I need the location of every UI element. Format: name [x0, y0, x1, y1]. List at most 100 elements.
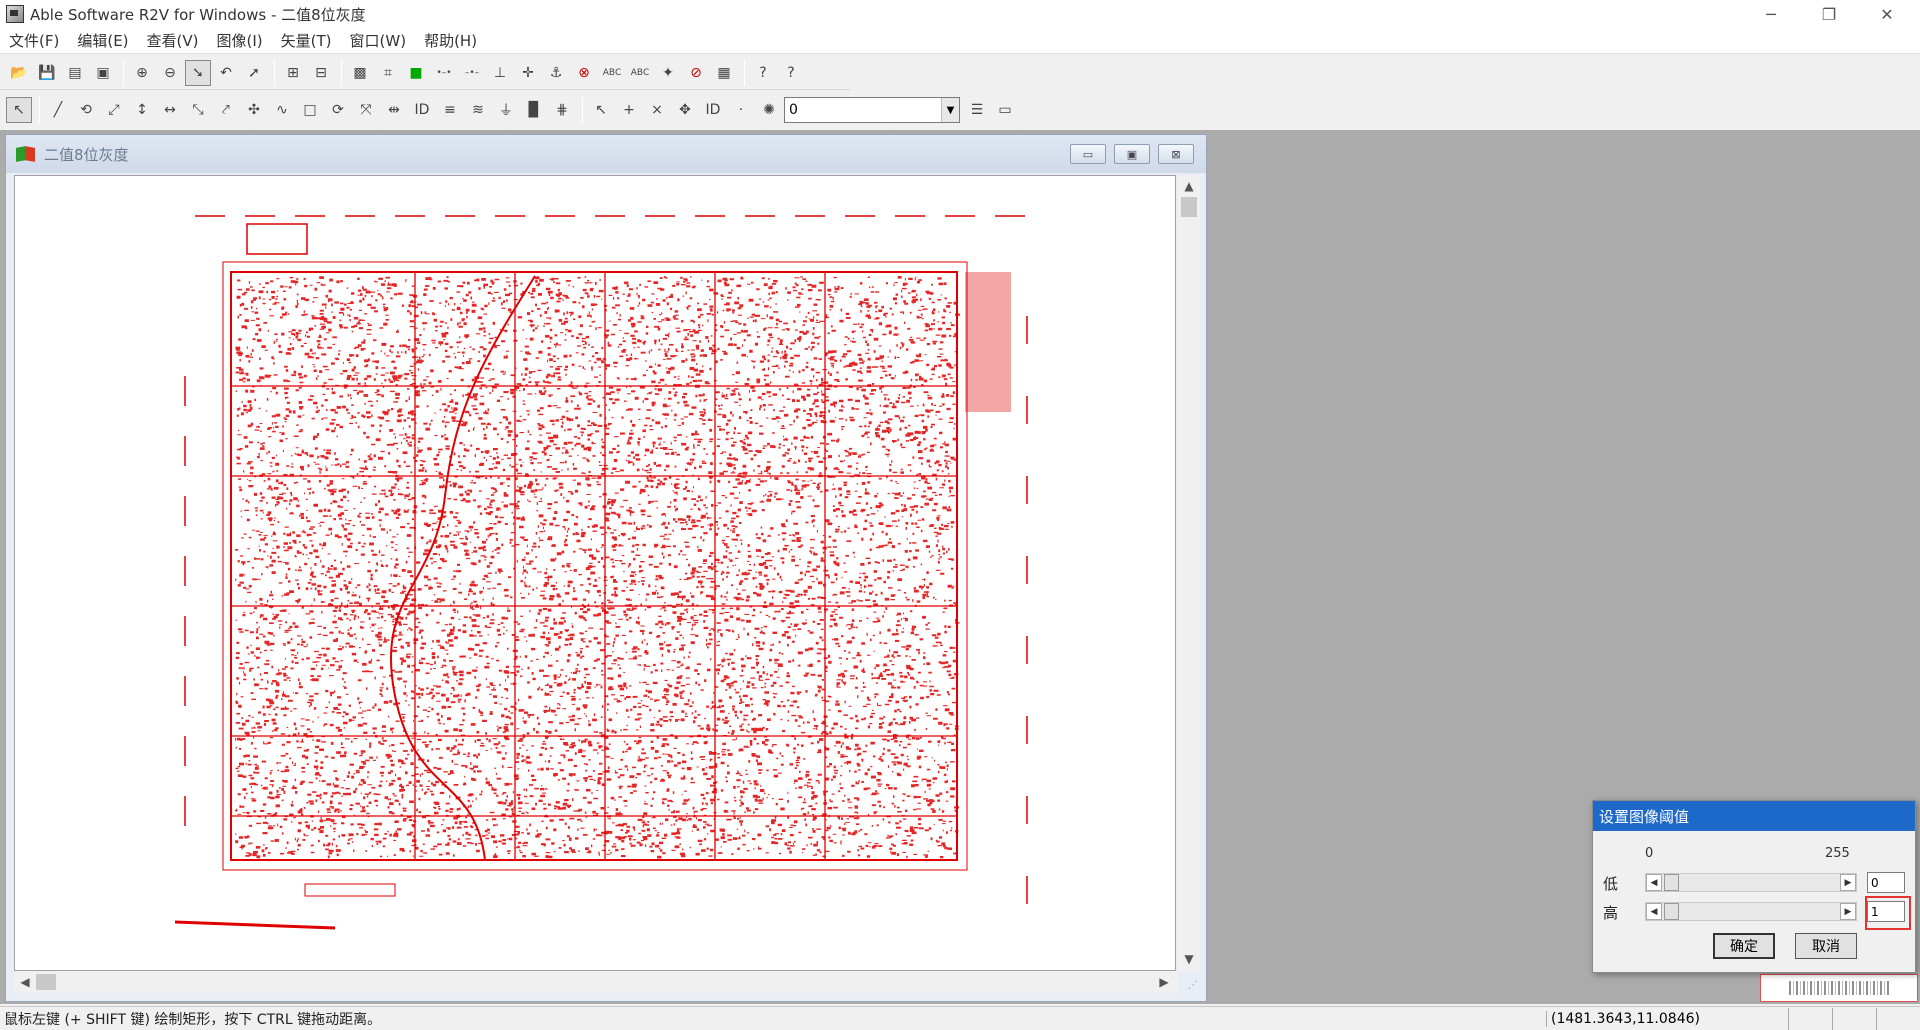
print-icon[interactable]: ▤	[62, 60, 88, 86]
scroll-down-icon[interactable]: ▼	[1179, 949, 1199, 969]
target-icon[interactable]: ✦	[655, 60, 681, 86]
cancel-button[interactable]: 取消	[1795, 933, 1857, 959]
point-label-icon[interactable]: ·	[728, 97, 754, 123]
chevron-down-icon[interactable]: ▼	[941, 98, 959, 122]
menu-image[interactable]: 图像(I)	[208, 29, 272, 53]
document-minimize-button[interactable]: ▭	[1070, 144, 1106, 164]
image-color-icon[interactable]: ▩	[347, 60, 373, 86]
horizontal-split-icon[interactable]: ↔	[157, 97, 183, 123]
zoom-in-icon[interactable]: ⊕	[129, 60, 155, 86]
remove-point-icon[interactable]: ×	[644, 97, 670, 123]
menu-help[interactable]: 帮助(H)	[415, 29, 486, 53]
select-arrow-icon[interactable]: ➘	[185, 59, 211, 86]
low-threshold-input[interactable]	[1867, 872, 1905, 893]
slider-left-arrow-icon[interactable]: ◀	[1646, 874, 1662, 891]
grid-icon[interactable]: ⋕	[549, 97, 575, 123]
node-link-icon[interactable]: •–•	[431, 60, 457, 86]
fill-icon[interactable]: ▉	[521, 97, 547, 123]
menu-edit[interactable]: 编辑(E)	[68, 29, 137, 53]
move-icon[interactable]: ⇹	[381, 97, 407, 123]
crop-icon[interactable]: ⌗	[375, 60, 401, 86]
attribute-icon[interactable]: ≡	[437, 97, 463, 123]
scroll-up-icon[interactable]: ▲	[1179, 176, 1199, 196]
r2v-app-icon	[4, 3, 26, 25]
context-help-icon[interactable]: ?	[778, 60, 804, 86]
rotate-icon[interactable]: ⟳	[325, 97, 351, 123]
map-bottom-mark	[174, 920, 336, 930]
horizontal-scroll-thumb[interactable]	[36, 974, 56, 990]
scroll-left-icon[interactable]: ◀	[15, 972, 35, 992]
layer-properties-icon[interactable]: ▭	[992, 97, 1018, 123]
help-icon[interactable]: ?	[750, 60, 776, 86]
fit-width-icon[interactable]: ⊞	[280, 60, 306, 86]
edit-pointer-icon[interactable]: ↖	[6, 97, 32, 123]
fit-height-icon[interactable]: ⊟	[308, 60, 334, 86]
save-icon[interactable]: 💾	[34, 60, 60, 86]
slider-right-arrow-icon[interactable]: ▶	[1840, 874, 1856, 891]
vertical-scrollbar[interactable]: ▲ ▼	[1178, 175, 1200, 971]
draw-line-icon[interactable]: ╱	[45, 97, 71, 123]
lasso-icon[interactable]: ⟲	[73, 97, 99, 123]
save-all-icon[interactable]: ▣	[90, 60, 116, 86]
menu-vector[interactable]: 矢量(T)	[272, 29, 341, 53]
menu-window[interactable]: 窗口(W)	[341, 29, 416, 53]
extend-icon[interactable]: ⤤	[213, 97, 239, 123]
high-threshold-input[interactable]	[1867, 901, 1905, 922]
green-square-icon[interactable]: ■	[403, 60, 429, 86]
menu-view[interactable]: 查看(V)	[138, 29, 208, 53]
ocr-icon[interactable]: ABC	[599, 60, 625, 86]
stretch-icon[interactable]: ⤧	[353, 97, 379, 123]
light-icon[interactable]: ✺	[756, 97, 782, 123]
undo-icon[interactable]: ↶	[213, 60, 239, 86]
vertical-scroll-thumb[interactable]	[1181, 197, 1197, 217]
document-maximize-button[interactable]: ▣	[1114, 144, 1150, 164]
label-id-icon[interactable]: ID	[409, 97, 435, 123]
ocr-label-icon[interactable]: ABC	[627, 60, 653, 86]
add-point-icon[interactable]: +	[616, 97, 642, 123]
map-header-stamp	[246, 223, 308, 255]
cross-icon[interactable]: ✛	[515, 60, 541, 86]
pick-point-icon[interactable]: ↖	[588, 97, 614, 123]
scanned-topographic-map	[174, 215, 1028, 930]
high-slider-thumb[interactable]	[1664, 903, 1679, 920]
point-id-icon[interactable]: ID	[700, 97, 726, 123]
layer-select[interactable]: 0 ▼	[784, 97, 960, 123]
horizontal-scrollbar[interactable]: ◀ ▶	[14, 971, 1178, 993]
document-title-bar[interactable]: 二值8位灰度 ▭ ▣ ⊠	[6, 135, 1206, 173]
document-close-button[interactable]: ⊠	[1158, 144, 1194, 164]
elevation-icon[interactable]: ⏚	[493, 97, 519, 123]
pointer-icon[interactable]: ➚	[241, 60, 267, 86]
low-threshold-slider[interactable]: ◀ ▶	[1645, 873, 1857, 892]
resize-grip-icon[interactable]: ⋰	[1180, 973, 1198, 991]
map-icon[interactable]: ▦	[711, 60, 737, 86]
ok-button[interactable]: 确定	[1713, 933, 1775, 959]
join-icon[interactable]: ⤡	[185, 97, 211, 123]
contour-icon[interactable]: ≋	[465, 97, 491, 123]
map-canvas[interactable]	[14, 175, 1176, 971]
smooth-icon[interactable]: ∿	[269, 97, 295, 123]
close-button[interactable]: ✕	[1858, 0, 1916, 28]
slider-right-arrow-icon[interactable]: ▶	[1840, 903, 1856, 920]
minimize-button[interactable]: ─	[1742, 0, 1800, 28]
delete-icon[interactable]: ⊗	[571, 60, 597, 86]
open-icon[interactable]: 📂	[6, 60, 32, 86]
status-pane	[1832, 1007, 1876, 1030]
trace-icon[interactable]: ⤢	[101, 97, 127, 123]
zoom-out-icon[interactable]: ⊖	[157, 60, 183, 86]
anchor-icon[interactable]: ⚓	[543, 60, 569, 86]
high-threshold-slider[interactable]: ◀ ▶	[1645, 902, 1857, 921]
slider-left-arrow-icon[interactable]: ◀	[1646, 903, 1662, 920]
rect-select-icon[interactable]: □	[297, 97, 323, 123]
low-slider-thumb[interactable]	[1664, 874, 1679, 891]
stop-pick-icon[interactable]: ⊘	[683, 60, 709, 86]
vertical-split-icon[interactable]: ↕	[129, 97, 155, 123]
dialog-title[interactable]: 设置图像阈值	[1593, 801, 1915, 831]
layers-icon[interactable]: ☰	[964, 97, 990, 123]
menu-file[interactable]: 文件(F)	[0, 29, 68, 53]
node-edit-icon[interactable]: ✣	[241, 97, 267, 123]
split-icon[interactable]: ⊥	[487, 60, 513, 86]
restore-button[interactable]: ❐	[1800, 0, 1858, 28]
point-edit-icon[interactable]: ✥	[672, 97, 698, 123]
scroll-right-icon[interactable]: ▶	[1154, 972, 1174, 992]
node-icon[interactable]: –•–	[459, 60, 485, 86]
